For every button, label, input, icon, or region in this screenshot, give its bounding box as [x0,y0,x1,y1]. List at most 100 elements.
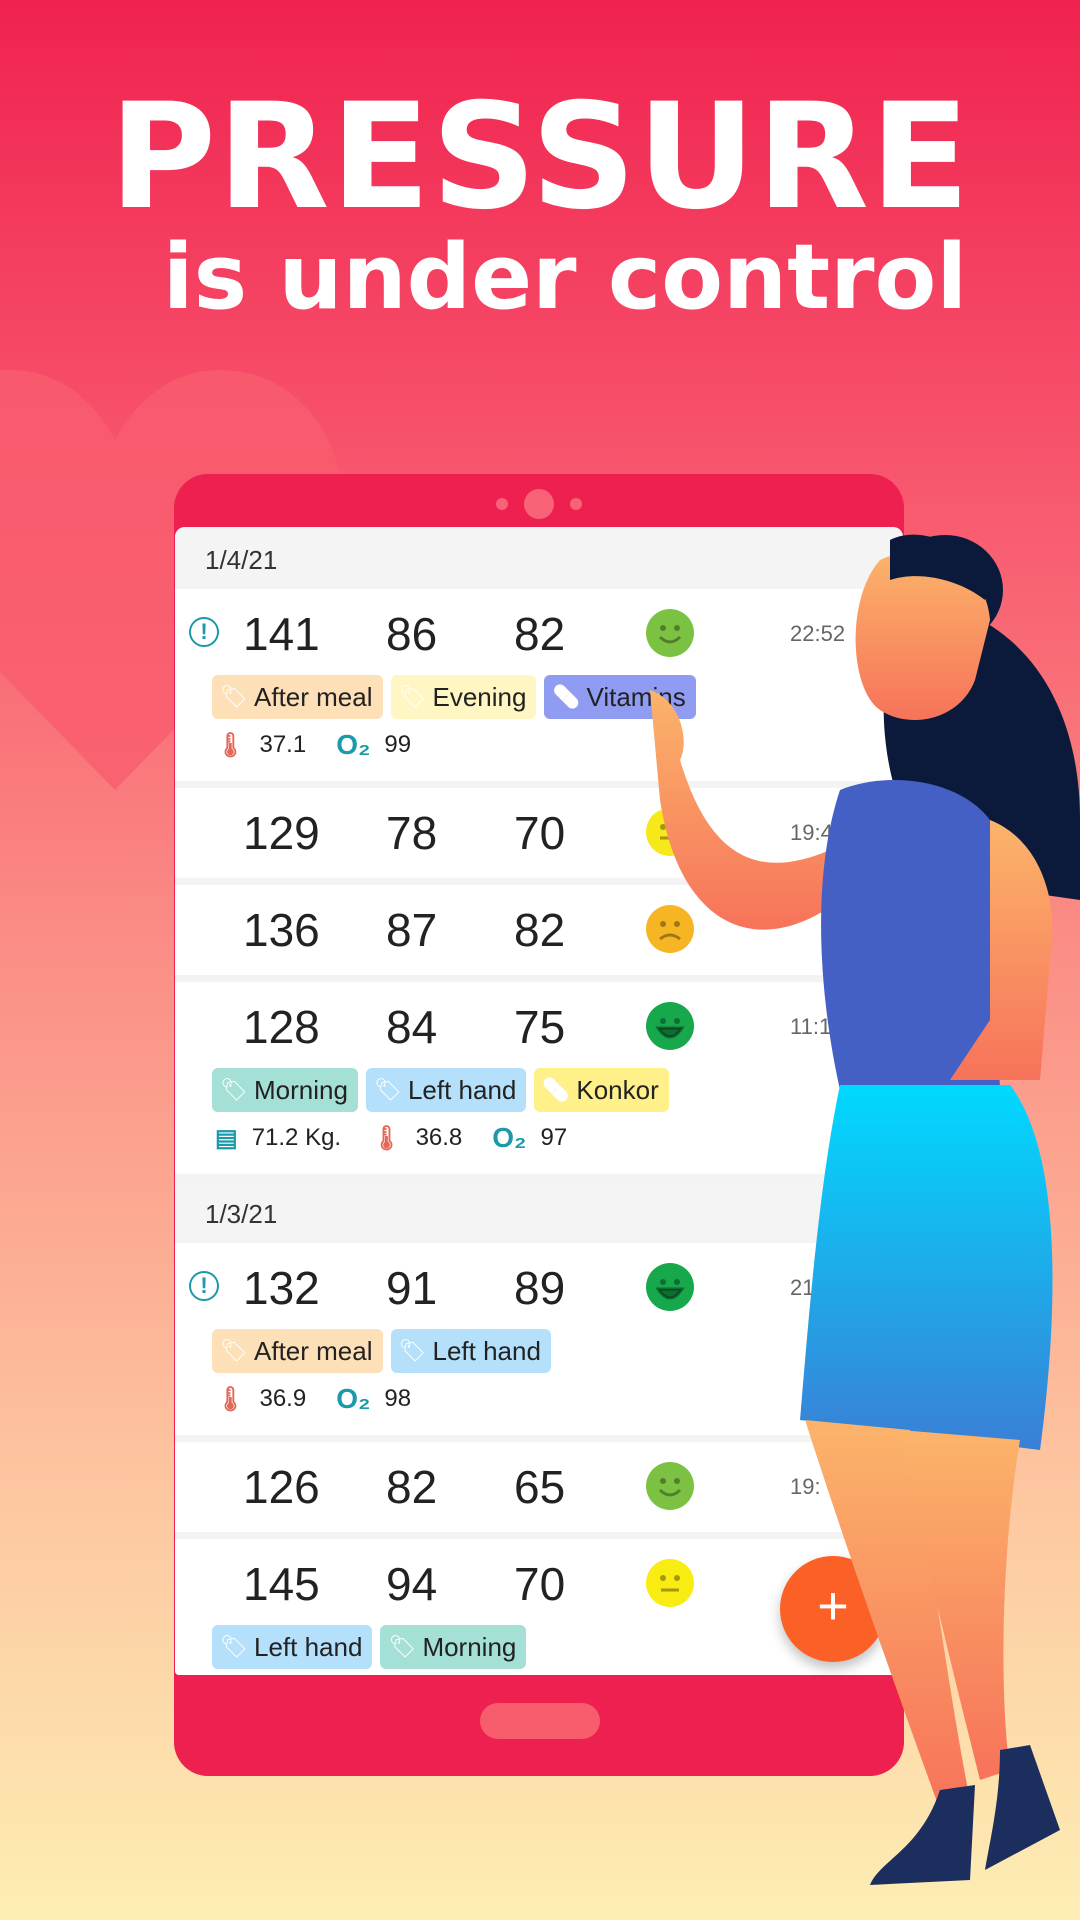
tag-chip[interactable]: 🏷 Morning [212,1068,358,1112]
tag-list: 🏷 After meal 🏷 Evening 💊 Vitamins [175,675,903,719]
headline-subtitle: is under control [162,225,968,330]
tag-icon: 🏷 [220,1338,248,1363]
time-label: 19:43 [790,820,846,845]
camera-icon [524,489,554,519]
tag-label: Left hand [407,1074,517,1105]
tag-chip[interactable]: 💊 Konkor [534,1068,669,1112]
tag-list: 🏷 After meal 🏷 Left hand [175,1329,903,1373]
mood-smile-icon [646,609,694,657]
pulse-value: 75 [514,1001,566,1053]
oxygen-value: 98 [384,1385,412,1412]
tag-label: Left hand [254,1631,363,1662]
date-header: 1/4/21 [175,527,903,589]
tag-icon: 🏷 [373,1077,402,1102]
tag-chip[interactable]: 🏷 Left hand [390,1329,551,1373]
tag-chip[interactable]: 🏷 Left hand [212,1625,373,1669]
reading-line: ! 141 86 82 22:52 [175,603,903,665]
tag-list: 🏷 Morning 🏷 Left hand 💊 Konkor [175,1068,903,1112]
tag-label: Morning [254,1074,348,1105]
sensor-dot [570,498,582,510]
tag-label: After meal [254,1335,373,1366]
pulse-value: 70 [514,1558,566,1610]
thermometer-icon: 🌡 [215,731,246,759]
tag-chip[interactable]: 🏷 After meal [212,675,383,719]
sys-value: 136 [243,904,320,956]
mood-yellow-icon [646,808,694,856]
dia-value: 91 [386,1262,438,1314]
tag-label: After meal [254,681,373,712]
sys-value: 141 [243,608,320,660]
mood-smile-icon [646,1462,694,1510]
reading-line: 136 87 82 [175,899,903,961]
time-label: 22:52 [790,621,846,646]
tag-label: Konkor [576,1074,659,1105]
pulse-value: 82 [514,608,566,660]
reading-line: 126 82 65 19: [175,1456,903,1518]
oxygen-value: 97 [540,1124,568,1151]
tag-chip[interactable]: 🏷 After meal [212,1329,383,1373]
dia-value: 82 [386,1461,438,1513]
pill-icon: 💊 [552,684,580,709]
tag-chip[interactable]: 💊 Vitamins [544,675,696,719]
tag-icon: 🏷 [220,684,248,709]
headline-title: PRESSURE [109,72,971,242]
oxygen-icon: O₂ [336,729,371,760]
tag-icon: 🏷 [220,1077,248,1102]
sys-value: 145 [243,1558,320,1610]
records-list[interactable]: 1/4/21! 141 86 82 22:52 🏷 After meal 🏷 Evening 💊 V… [175,527,903,1675]
tag-label: Vitamins [586,681,686,712]
tag-label: Morning [422,1631,517,1662]
tag-chip[interactable]: 🏷 Evening [390,675,537,719]
pulse-value: 89 [514,1262,566,1314]
date-header: 1/3/21 [175,1181,903,1243]
metrics-line: ▤ 71.2 Kg. 🌡 36.8 O₂ 97 [175,1116,903,1160]
mood-laugh-icon [646,1263,694,1311]
pulse-value: 82 [514,904,566,956]
time-label: 21:2 [790,1275,833,1300]
reading-line: 128 84 75 11:10 [175,996,903,1058]
dia-value: 78 [386,807,438,859]
metrics-line: 🌡 36.9 O₂ 98 [175,1377,903,1421]
home-button[interactable] [480,1703,600,1739]
alert-icon: ! [189,617,219,647]
mood-sad-icon [646,905,694,953]
mood-laugh-icon [646,1002,694,1050]
tag-label: Left hand [432,1335,541,1366]
reading-line: 129 78 70 19:43 [175,802,903,864]
tag-label: Evening [432,681,527,712]
sys-value: 129 [243,807,320,859]
dia-value: 86 [386,608,438,660]
temperature-value: 37.1 [259,731,307,758]
metrics-line: 🌡 37.1 O₂ 99 [175,723,903,767]
temperature-value: 36.9 [259,1385,307,1412]
dia-value: 94 [386,1558,438,1610]
record-row[interactable]: 128 84 75 11:10 🏷 Morning 🏷 Left hand 💊 Konkor ▤ 71… [175,982,903,1181]
add-record-button[interactable]: + [780,1556,886,1662]
tag-icon: 🏷 [220,1634,248,1659]
sys-value: 132 [243,1262,320,1314]
tag-icon: 🏷 [398,1338,427,1363]
alert-icon: ! [189,1271,219,1301]
sys-value: 126 [243,1461,320,1513]
sensor-dot [496,498,508,510]
tag-chip[interactable]: 🏷 Morning [380,1625,527,1669]
record-row[interactable]: ! 141 86 82 22:52 🏷 After meal 🏷 Evening 💊 Vitamin… [175,589,903,788]
weight-value: 71.2 Kg. [251,1124,342,1151]
mood-neutral-icon [646,1559,694,1607]
tag-icon: 🏷 [398,684,427,709]
pill-icon: 💊 [542,1077,570,1102]
thermometer-icon: 🌡 [215,1385,246,1413]
reading-line: ! 132 91 89 21:2 [175,1257,903,1319]
time-label: 19: [790,1474,821,1499]
pulse-value: 70 [514,807,566,859]
tag-chip[interactable]: 🏷 Left hand [365,1068,527,1112]
record-row[interactable]: 136 87 82 [175,885,903,982]
thermometer-icon: 🌡 [371,1124,402,1152]
record-row[interactable]: 126 82 65 19: [175,1442,903,1539]
record-row[interactable]: 129 78 70 19:43 [175,788,903,885]
sys-value: 128 [243,1001,320,1053]
tag-icon: 🏷 [388,1634,417,1659]
oxygen-value: 99 [384,731,412,758]
record-row[interactable]: ! 132 91 89 21:2 🏷 After meal 🏷 Left hand 🌡 36.9 O₂… [175,1243,903,1442]
dia-value: 87 [386,904,438,956]
